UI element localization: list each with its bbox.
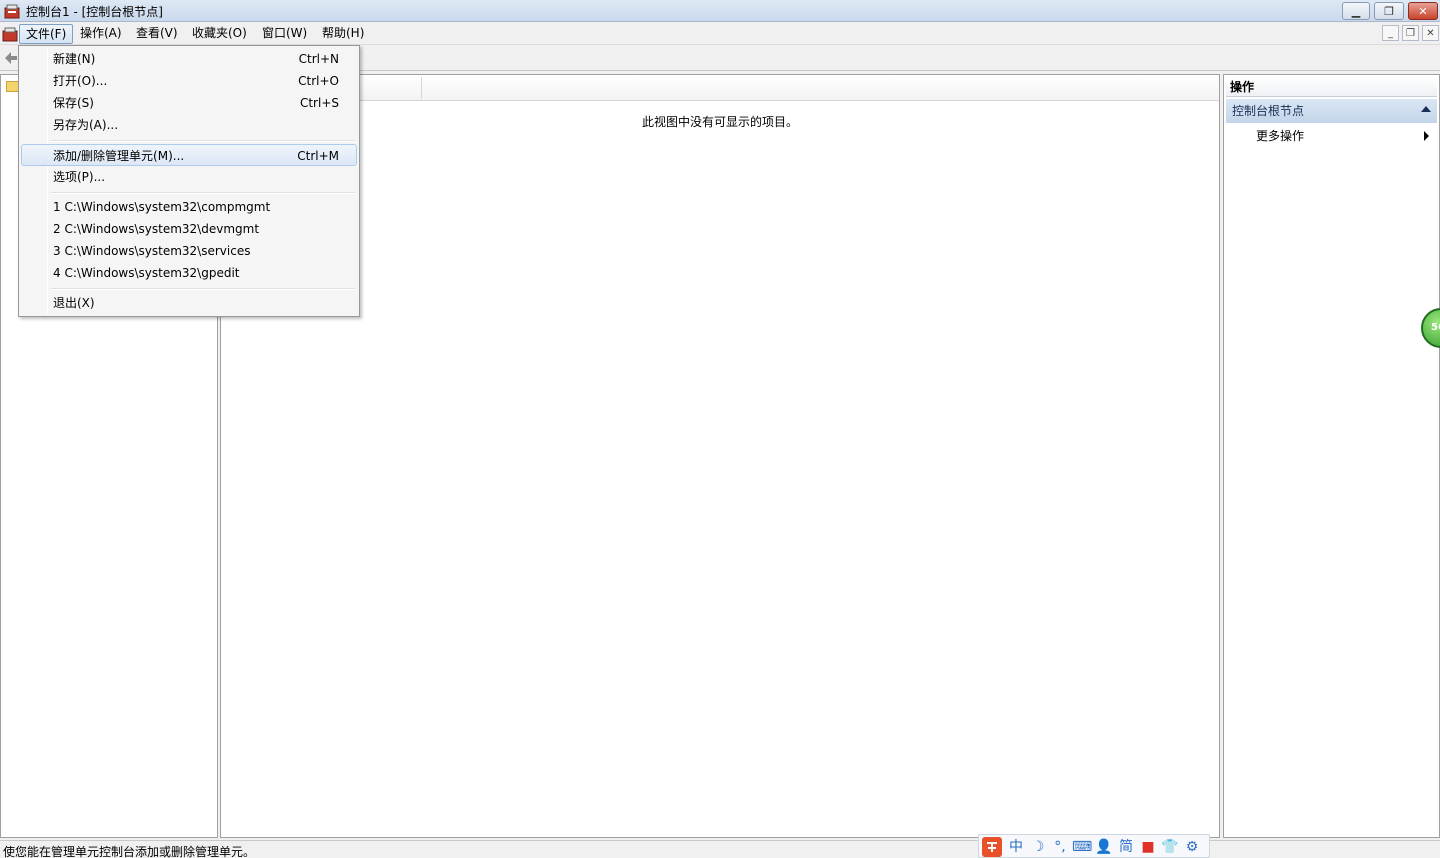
menu-separator — [51, 288, 355, 290]
minimize-button[interactable]: ▁ — [1342, 2, 1370, 20]
menu-help[interactable]: 帮助(H) — [316, 24, 370, 44]
menu-item-recent-2[interactable]: 2 C:\Windows\system32\devmgmt — [21, 218, 357, 240]
menu-item-label: 保存(S) — [53, 96, 94, 110]
window-title: 控制台1 - [控制台根节点] — [26, 5, 163, 19]
menu-action[interactable]: 操作(A) — [74, 24, 128, 44]
menu-bar: 文件(F) 操作(A) 查看(V) 收藏夹(O) 窗口(W) 帮助(H) _ ❐… — [0, 22, 1440, 45]
menu-item-label: 1 C:\Windows\system32\compmgmt — [53, 200, 271, 214]
actions-group-label: 控制台根节点 — [1232, 104, 1305, 118]
ime-keyboard-icon[interactable]: ⌨ — [1072, 837, 1092, 857]
ime-settings-icon[interactable]: ⚙ — [1182, 837, 1202, 857]
actions-pane: 操作 控制台根节点 更多操作 — [1223, 74, 1440, 838]
collapse-up-icon[interactable] — [1421, 106, 1431, 112]
close-icon: ✕ — [1418, 4, 1428, 18]
empty-view-message: 此视图中没有可显示的项目。 — [641, 115, 798, 129]
menu-item-label: 选项(P)... — [53, 170, 106, 184]
menu-item-label: 4 C:\Windows\system32\gpedit — [53, 266, 240, 280]
restore-button[interactable]: ❐ — [1374, 2, 1404, 20]
ime-half-width-icon[interactable]: ☽ — [1028, 837, 1048, 857]
menu-item-exit[interactable]: 退出(X) — [21, 292, 357, 314]
ime-punctuation-icon[interactable]: °, — [1050, 837, 1070, 857]
menu-item-label: 2 C:\Windows\system32\devmgmt — [53, 222, 260, 236]
menu-item-save[interactable]: 保存(S) Ctrl+S — [21, 92, 357, 114]
results-pane[interactable]: 此视图中没有可显示的项目。 — [220, 74, 1220, 838]
back-arrow-icon[interactable] — [4, 51, 18, 65]
ime-toolbar: 中 ☽ °, ⌨ 👤 简 ■ 👕 ⚙ — [978, 834, 1210, 858]
menu-favorites[interactable]: 收藏夹(O) — [186, 24, 253, 44]
menu-item-label: 另存为(A)... — [53, 118, 119, 132]
menu-file[interactable]: 文件(F) — [19, 24, 74, 44]
menu-separator — [51, 140, 355, 142]
ime-chinese-mode-icon[interactable]: 中 — [1006, 837, 1026, 857]
column-header[interactable] — [221, 75, 1219, 101]
menu-item-recent-4[interactable]: 4 C:\Windows\system32\gpedit — [21, 262, 357, 284]
menu-item-label: 退出(X) — [53, 296, 95, 310]
title-bar: 控制台1 - [控制台根节点] ▁ ❐ ✕ — [0, 0, 1440, 22]
ime-logo-icon[interactable] — [982, 837, 1002, 857]
ime-simplified-icon[interactable]: 简 — [1116, 837, 1136, 857]
menu-item-add-remove-snapin[interactable]: 添加/删除管理单元(M)... Ctrl+M — [21, 144, 357, 166]
actions-header: 操作 — [1226, 77, 1437, 97]
menu-item-label: 新建(N) — [53, 52, 96, 66]
actions-group-console-root[interactable]: 控制台根节点 — [1226, 99, 1437, 123]
menu-item-open[interactable]: 打开(O)... Ctrl+O — [21, 70, 357, 92]
menu-item-recent-1[interactable]: 1 C:\Windows\system32\compmgmt — [21, 196, 357, 218]
menu-item-new[interactable]: 新建(N) Ctrl+N — [21, 48, 357, 70]
menu-item-options[interactable]: 选项(P)... — [21, 166, 357, 188]
status-text: 使您能在管理单元控制台添加或删除管理单元。 — [3, 845, 256, 858]
menu-item-recent-3[interactable]: 3 C:\Windows\system32\services — [21, 240, 357, 262]
child-restore-button[interactable]: ❐ — [1402, 25, 1419, 41]
ime-user-icon[interactable]: 👤 — [1094, 837, 1114, 857]
close-button[interactable]: ✕ — [1408, 2, 1438, 20]
status-bar: 使您能在管理单元控制台添加或删除管理单元。 — [0, 840, 1440, 858]
ime-video-icon[interactable]: ■ — [1138, 837, 1158, 857]
console-document-icon[interactable] — [2, 26, 18, 42]
column-divider[interactable] — [421, 77, 422, 99]
file-menu-dropdown: 新建(N) Ctrl+N 打开(O)... Ctrl+O 保存(S) Ctrl+… — [18, 45, 360, 317]
menu-item-shortcut: Ctrl+N — [298, 52, 339, 66]
child-close-button[interactable]: ✕ — [1422, 25, 1439, 41]
menu-separator — [51, 192, 355, 194]
more-actions-item[interactable]: 更多操作 — [1226, 125, 1437, 147]
more-actions-label: 更多操作 — [1256, 129, 1305, 143]
menu-view[interactable]: 查看(V) — [130, 24, 184, 44]
minimize-icon: ▁ — [1351, 4, 1361, 18]
mmc-app-icon — [4, 4, 20, 19]
menu-window[interactable]: 窗口(W) — [256, 24, 313, 44]
restore-icon: ❐ — [1384, 4, 1394, 18]
menu-item-shortcut: Ctrl+M — [297, 149, 339, 163]
menu-item-label: 3 C:\Windows\system32\services — [53, 244, 251, 258]
ime-skin-icon[interactable]: 👕 — [1160, 837, 1180, 857]
menu-item-save-as[interactable]: 另存为(A)... — [21, 114, 357, 136]
child-minimize-button[interactable]: _ — [1382, 25, 1399, 41]
menu-item-shortcut: Ctrl+S — [299, 96, 339, 110]
menu-item-label: 打开(O)... — [53, 74, 108, 88]
submenu-arrow-icon — [1424, 131, 1429, 141]
menu-item-label: 添加/删除管理单元(M)... — [53, 149, 185, 163]
menu-item-shortcut: Ctrl+O — [298, 74, 339, 88]
